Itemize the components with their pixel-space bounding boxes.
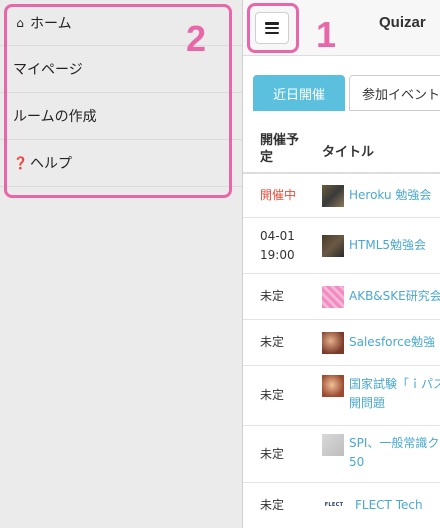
tab-upcoming[interactable]: 近日開催 <box>253 75 345 111</box>
table-row[interactable]: 未定 FLECT FLECT Tech <box>243 483 440 528</box>
event-title-link[interactable]: 国家試験「ｉパス」公開問題 <box>349 375 440 413</box>
table-row[interactable]: 未定 AKB&SKE研究会 <box>243 274 440 320</box>
tab-joined-events[interactable]: 参加イベント <box>349 75 440 111</box>
table-row[interactable]: 未定 Salesforce勉強 <box>243 320 440 366</box>
event-title-link[interactable]: Heroku 勉強会 <box>349 186 431 205</box>
events-table: 開催予定 タイトル 開催中 Heroku 勉強会 04-01 19:00 HTML… <box>243 128 440 528</box>
brand-title[interactable]: Quizar <box>379 14 426 31</box>
event-thumbnail <box>322 234 344 257</box>
event-date: 04-01 19:00 <box>260 228 295 262</box>
event-thumbnail <box>322 285 344 308</box>
column-header-date: 開催予定 <box>260 133 300 165</box>
event-date: 未定 <box>260 498 285 512</box>
event-thumbnail <box>322 331 344 354</box>
event-date: 未定 <box>260 335 285 349</box>
event-thumbnail <box>322 375 344 397</box>
event-title-link[interactable]: AKB&SKE研究会 <box>349 287 440 306</box>
tab-bar: 近日開催 参加イベント <box>253 75 440 111</box>
event-thumbnail <box>322 434 344 456</box>
table-header: 開催予定 タイトル <box>243 128 440 174</box>
content-area: 近日開催 参加イベント 開催予定 タイトル 開催中 Heroku 勉強会 04-… <box>243 56 440 528</box>
table-row[interactable]: 04-01 19:00 HTML5勉強会 <box>243 218 440 274</box>
event-title-link[interactable]: Salesforce勉強 <box>349 333 435 352</box>
column-header-title: タイトル <box>322 144 375 160</box>
table-row[interactable]: 開催中 Heroku 勉強会 <box>243 174 440 218</box>
event-title-link[interactable]: SPI、一般常識クイズ50 <box>349 434 440 472</box>
event-date: 未定 <box>260 289 285 303</box>
event-title-link[interactable]: FLECT Tech <box>355 496 423 515</box>
event-date: 未定 <box>260 446 285 461</box>
event-thumbnail <box>322 184 344 207</box>
event-date: 未定 <box>260 388 285 402</box>
annotation-number-1: 1 <box>316 14 337 55</box>
flect-logo: FLECT <box>324 502 344 508</box>
annotation-box-menu <box>247 3 299 53</box>
table-row[interactable]: 未定 SPI、一般常識クイズ50 <box>243 426 440 483</box>
table-row[interactable]: 未定 国家試験「ｉパス」公開問題 <box>243 366 440 426</box>
event-date: 開催中 <box>260 188 297 202</box>
annotation-number-2: 2 <box>186 18 207 59</box>
event-title-link[interactable]: HTML5勉強会 <box>349 236 426 255</box>
main-panel: Quizar 近日開催 参加イベント 開催予定 タイトル 開催中 Heroku … <box>242 0 440 528</box>
